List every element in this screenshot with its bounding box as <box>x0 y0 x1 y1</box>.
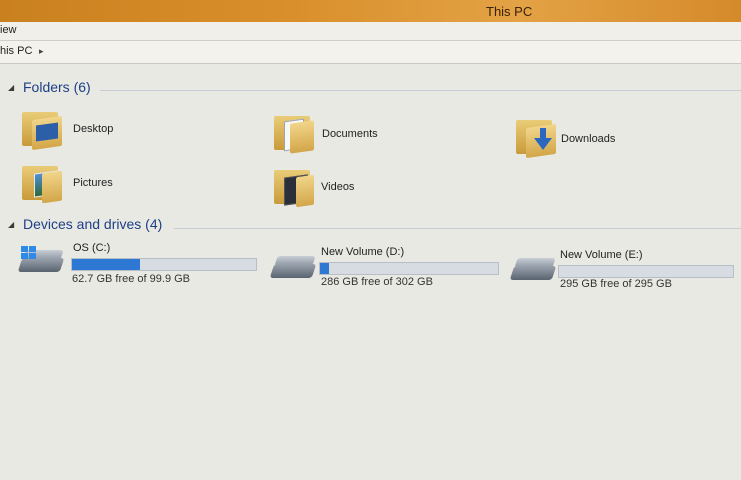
folder-tile-documents[interactable]: Documents <box>272 112 502 160</box>
videos-folder-icon <box>272 166 316 208</box>
folder-tile-videos[interactable]: Videos <box>272 166 502 214</box>
window-title: This PC <box>486 4 533 19</box>
drives-header-label: Devices and drives (4) <box>23 216 163 232</box>
drives-group-header[interactable]: ◢ Devices and drives (4) <box>8 216 178 234</box>
folders-group-header[interactable]: ◢ Folders (6) <box>8 79 108 97</box>
drive-tile-d[interactable]: New Volume (D:) 286 GB free of 302 GB <box>269 244 502 296</box>
address-bar[interactable]: his PC ▸ <box>0 41 741 64</box>
drive-usage-bar <box>319 262 499 275</box>
folder-tile-pictures[interactable]: Pictures <box>20 162 250 210</box>
folder-name: Downloads <box>561 133 616 145</box>
breadcrumb-this-pc[interactable]: his PC <box>0 45 32 57</box>
collapse-triangle-icon[interactable]: ◢ <box>8 83 14 92</box>
drive-name: OS (C:) <box>73 242 111 254</box>
folder-name: Videos <box>321 181 355 193</box>
folder-name: Desktop <box>73 123 114 135</box>
folders-divider <box>100 90 741 91</box>
folder-tile-desktop[interactable]: Desktop <box>20 108 250 156</box>
downloads-folder-icon <box>514 116 558 159</box>
drive-usage-bar <box>558 265 734 278</box>
drive-free-space: 62.7 GB free of 99.9 GB <box>72 273 191 285</box>
view-menu-item[interactable]: iew <box>0 24 17 36</box>
breadcrumb-chevron-icon[interactable]: ▸ <box>39 46 44 57</box>
drive-tile-c[interactable]: OS (C:) 62.7 GB free of 99.9 GB <box>17 238 262 290</box>
hard-drive-icon <box>509 252 558 286</box>
drive-name: New Volume (D:) <box>321 246 405 258</box>
drive-usage-fill <box>72 259 141 270</box>
pictures-folder-icon <box>20 162 64 204</box>
hard-drive-icon <box>269 250 318 284</box>
drives-divider <box>174 228 741 229</box>
folder-name: Pictures <box>73 177 113 189</box>
documents-folder-icon <box>272 112 316 154</box>
collapse-triangle-icon[interactable]: ◢ <box>8 220 14 229</box>
drive-free-space: 286 GB free of 302 GB <box>321 276 433 288</box>
folder-name: Documents <box>322 128 378 140</box>
folders-header-label: Folders (6) <box>23 79 91 95</box>
windows-drive-icon <box>17 244 66 278</box>
title-bar: This PC <box>0 0 741 22</box>
drive-tile-e[interactable]: New Volume (E:) 295 GB free of 295 GB <box>509 246 738 298</box>
drive-name: New Volume (E:) <box>560 249 643 261</box>
menu-bar: iew <box>0 22 741 41</box>
desktop-folder-icon <box>20 108 64 151</box>
folder-tile-downloads[interactable]: Downloads <box>514 116 734 164</box>
drive-free-space: 295 GB free of 295 GB <box>560 278 672 290</box>
drive-usage-bar <box>71 258 257 271</box>
drive-usage-fill <box>320 263 330 274</box>
